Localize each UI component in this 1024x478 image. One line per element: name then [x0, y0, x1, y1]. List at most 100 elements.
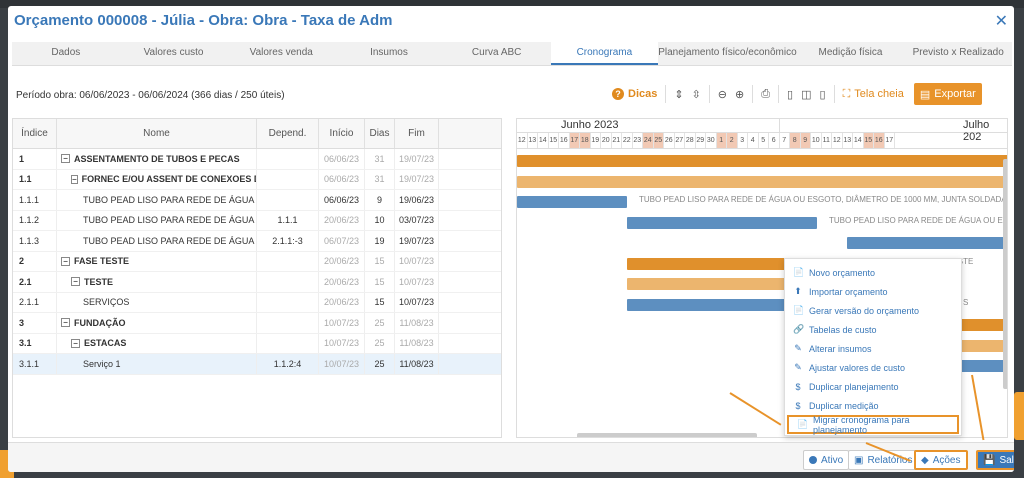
gantt-bar[interactable]: [517, 155, 1007, 167]
menu-item[interactable]: 📄 Migrar cronograma para planejamento: [787, 415, 959, 435]
expand-rows-button[interactable]: ⇕: [670, 83, 687, 105]
menu-item-icon: 📄: [797, 419, 809, 429]
collapse-toggle-icon[interactable]: −: [71, 277, 80, 287]
gantt-hscrollbar[interactable]: [577, 433, 757, 437]
gantt-bar[interactable]: [627, 217, 817, 229]
table-cell: [257, 149, 319, 169]
layout-split-button[interactable]: ◫: [797, 83, 815, 105]
menu-item-label: Importar orçamento: [809, 286, 888, 297]
gantt-bar-label: TUBO PEAD LISO PARA REDE DE ÁGUA OU E: [829, 216, 1003, 225]
gantt-bar[interactable]: [517, 196, 627, 208]
layout-gantt-button[interactable]: ▯: [816, 83, 830, 105]
cell-text: 1.1.1: [19, 194, 40, 205]
table-cell: SERVIÇOS: [57, 292, 257, 312]
gantt-day: 10: [811, 133, 822, 148]
salvar-button[interactable]: 💾Salvar: [976, 450, 1014, 470]
cell-text: 10/07/23: [323, 317, 360, 328]
cell-text: TUBO PEAD LISO PARA REDE DE ÁGUA OU E: [83, 194, 256, 205]
gantt-bar-label: S: [963, 298, 969, 307]
cell-text: 20/06/23: [323, 256, 360, 267]
column-header[interactable]: Início: [319, 119, 365, 148]
gantt-bar-label: TUBO PEAD LISO PARA REDE DE ÁGUA OU ESGO…: [639, 195, 1008, 204]
column-header[interactable]: Nome: [57, 119, 257, 148]
cell-text: 2: [19, 256, 25, 267]
gantt-vscrollbar[interactable]: [1003, 159, 1007, 389]
table-row[interactable]: 1.1 −FORNEC E/OU ASSENT DE CONEXOES DIVER…: [13, 169, 501, 190]
zoom-in-button[interactable]: ⊕: [731, 83, 748, 105]
close-icon[interactable]: ✕: [995, 11, 1008, 31]
table-cell: 19/07/23: [395, 231, 439, 251]
layout-gantt-icon: ▯: [819, 88, 826, 101]
table-row[interactable]: 2 − FASE TESTE 20/06/23 15 10/07/23: [13, 251, 501, 272]
cell-text: 06/06/23: [323, 174, 360, 185]
gantt-day: 17: [885, 133, 895, 148]
cell-text: 20/06/23: [323, 215, 360, 226]
cell-text: 10: [374, 215, 385, 226]
table-cell: 06/06/23: [319, 190, 365, 210]
tab-medi-o-f-sica[interactable]: Medição física: [797, 42, 905, 65]
column-header[interactable]: Índice: [13, 119, 57, 148]
menu-item[interactable]: 🔗 Tabelas de custo: [785, 320, 961, 339]
table-row[interactable]: 1.1.3 TUBO PEAD LISO PARA REDE DE ÁGUA OU…: [13, 231, 501, 252]
menu-item[interactable]: $ Duplicar planejamento: [785, 377, 961, 396]
tab-planejamento-f-sico-econ-mico[interactable]: Planejamento físico/econômico: [658, 42, 796, 65]
collapse-toggle-icon[interactable]: −: [71, 338, 80, 348]
acoes-button[interactable]: ◆ Ações: [914, 450, 968, 470]
table-row[interactable]: 3 − FUNDAÇÃO 10/07/23 25 11/08/23: [13, 313, 501, 334]
collapse-toggle-icon[interactable]: −: [71, 174, 78, 184]
menu-item[interactable]: $ Duplicar medição: [785, 396, 961, 415]
menu-item[interactable]: 📄 Gerar versão do orçamento: [785, 301, 961, 320]
table-cell: 25: [365, 333, 395, 353]
table-row[interactable]: 1.1.1 TUBO PEAD LISO PARA REDE DE ÁGUA OU…: [13, 190, 501, 211]
grid-body: 1− ASSENTAMENTO DE TUBOS E PECAS 06/06/23 3…: [13, 149, 501, 375]
column-header[interactable]: Depend.: [257, 119, 319, 148]
column-header[interactable]: Fim: [395, 119, 439, 148]
tab-valores-venda[interactable]: Valores venda: [227, 42, 335, 65]
collapse-toggle-icon[interactable]: −: [61, 154, 70, 164]
tab-cronograma[interactable]: Cronograma: [550, 42, 659, 65]
table-row[interactable]: 2.1 − TESTE 20/06/23 15 10/07/23: [13, 272, 501, 293]
table-row[interactable]: 1.1.2 TUBO PEAD LISO PARA REDE DE ÁGUA OU…: [13, 210, 501, 231]
orcamento-modal: Orçamento 000008 - Júlia - Obra: Obra - …: [8, 6, 1014, 472]
zoom-out-button[interactable]: ⊖: [714, 83, 731, 105]
column-header[interactable]: Dias: [365, 119, 395, 148]
table-row[interactable]: 2.1.1 SERVIÇOS 20/06/23 15 10/07/23: [13, 292, 501, 313]
collapse-rows-button[interactable]: ⇳: [688, 83, 705, 105]
tab-insumos[interactable]: Insumos: [335, 42, 443, 65]
cell-text: 31: [374, 174, 385, 185]
gantt-day: 13: [843, 133, 853, 148]
tela-cheia-button[interactable]: ⛶ Tela cheia: [839, 83, 908, 105]
gantt-bar[interactable]: [517, 176, 1007, 188]
menu-item-label: Gerar versão do orçamento: [809, 305, 920, 316]
table-cell: 10/07/23: [395, 251, 439, 271]
cell-text: 15: [374, 297, 385, 308]
menu-item[interactable]: ✎ Ajustar valores de custo: [785, 358, 961, 377]
exportar-button[interactable]: ▤ Exportar: [913, 83, 982, 105]
cell-text: Serviço 1: [83, 358, 121, 369]
menu-item[interactable]: 📄 Novo orçamento: [785, 263, 961, 282]
acoes-dropdown-menu: 📄 Novo orçamento ⬆ Importar orçamento 📄 Gerar…: [784, 258, 962, 436]
collapse-toggle-icon[interactable]: −: [61, 256, 70, 266]
cell-text: 25: [374, 338, 385, 349]
table-row[interactable]: 1 − ASSENTAMENTO DE TUBOS E PECAS 06/06/23 3…: [13, 149, 501, 170]
ativo-button[interactable]: Ativo: [803, 450, 850, 470]
layout-grid-button[interactable]: ▯: [783, 83, 797, 105]
tab-dados[interactable]: Dados: [12, 42, 120, 65]
tab-valores-custo[interactable]: Valores custo: [120, 42, 228, 65]
gantt-day: 22: [622, 133, 633, 148]
menu-item[interactable]: ⬆ Importar orçamento: [785, 282, 961, 301]
tab-curva-abc[interactable]: Curva ABC: [443, 42, 551, 65]
table-cell: 9: [365, 190, 395, 210]
cell-text: ASSENTAMENTO DE TUBOS E PECAS: [74, 153, 240, 164]
collapse-toggle-icon[interactable]: −: [61, 318, 70, 328]
table-cell: 10: [365, 210, 395, 230]
table-row[interactable]: 3.1 − ESTACAS 10/07/23 25 11/08/23: [13, 333, 501, 354]
gantt-month-label: Junho 2023: [561, 119, 619, 131]
print-button[interactable]: ⎙: [757, 83, 774, 105]
tab-previsto-x-realizado[interactable]: Previsto x Realizado: [904, 42, 1012, 65]
table-row[interactable]: 3.1.1 Serviço 1 1.1.2:4 10/07/23 25 11/08/23: [13, 354, 501, 375]
menu-item[interactable]: ✎ Alterar insumos: [785, 339, 961, 358]
dicas-button[interactable]: ? Dicas: [608, 83, 661, 105]
cell-text: 15: [374, 256, 385, 267]
gantt-bar[interactable]: [847, 237, 1007, 249]
